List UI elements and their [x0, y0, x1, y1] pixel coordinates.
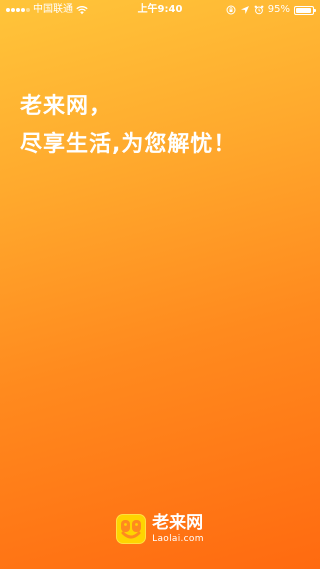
- slogan-line-2: 尽享生活,为您解忧！: [20, 132, 237, 157]
- status-bar: 中国联通 上午9:40 95%: [0, 0, 320, 20]
- logo-name-en: Laolai.com: [152, 533, 204, 544]
- logo-icon: [116, 514, 147, 544]
- slogan: 老来网， 尽享生活,为您解忧！: [20, 88, 236, 164]
- orientation-lock-icon: [226, 5, 236, 15]
- logo-name-cn: 老来网: [152, 512, 204, 533]
- slogan-line-1: 老来网，: [20, 94, 113, 119]
- status-right: 95%: [226, 0, 316, 20]
- logo-text: 老来网 Laolai.com: [152, 512, 204, 544]
- battery-percent: 95%: [267, 4, 290, 15]
- location-icon: [240, 6, 249, 14]
- battery-icon: [294, 5, 316, 15]
- app-logo: 老来网 Laolai.com: [0, 514, 320, 544]
- splash-screen: 中国联通 上午9:40 95% 老来网， 尽享生活,为您解忧！ 老来网 Laol…: [0, 0, 320, 569]
- alarm-icon: [254, 5, 264, 15]
- battery-fill: [296, 7, 312, 13]
